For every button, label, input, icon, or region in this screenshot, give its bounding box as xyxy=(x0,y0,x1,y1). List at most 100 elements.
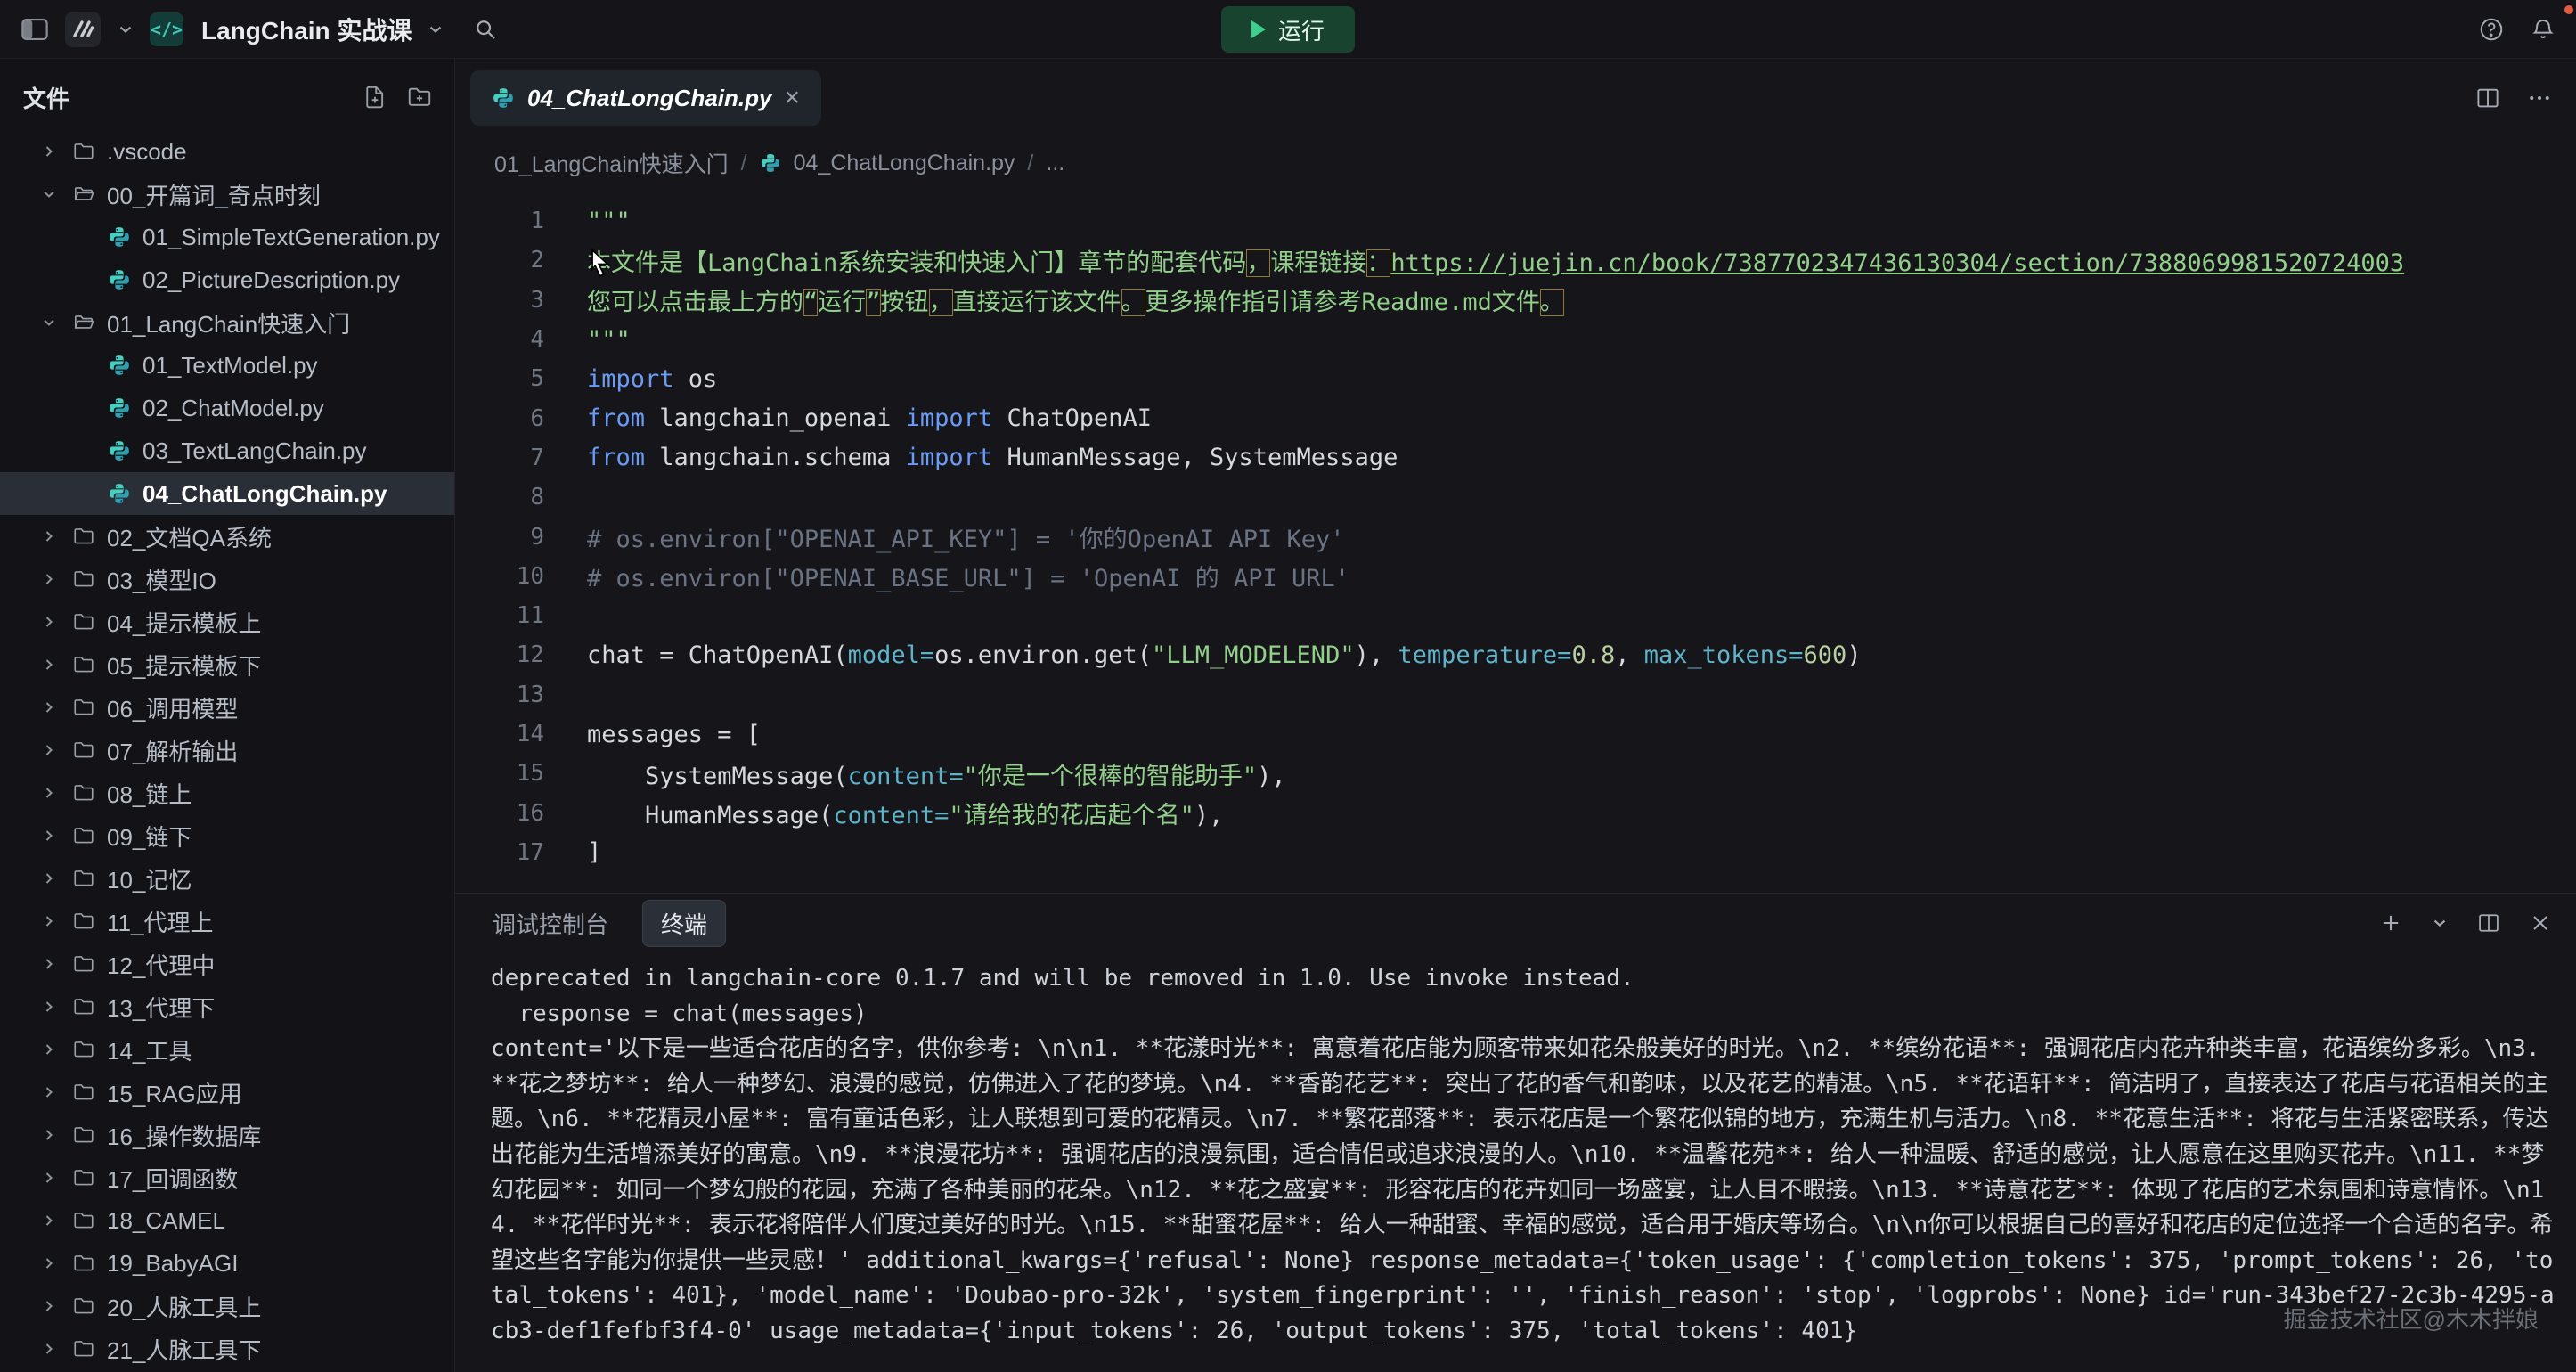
breadcrumb-file[interactable]: 04_ChatLongChain.py xyxy=(794,151,1015,176)
tree-label: 02_ChatModel.py xyxy=(143,395,324,422)
project-badge-icon: </> xyxy=(150,12,183,46)
tree-file-02_ChatModel.py[interactable]: 02_ChatModel.py xyxy=(0,387,454,429)
tree-folder-05_提示模板下[interactable]: 05_提示模板下 xyxy=(0,643,454,686)
tree-folder-15_RAG应用[interactable]: 15_RAG应用 xyxy=(0,1071,454,1114)
code-line[interactable]: 1""" xyxy=(455,201,2576,241)
more-actions-icon[interactable] xyxy=(2526,85,2553,111)
tree-folder-.vscode[interactable]: .vscode xyxy=(0,130,454,173)
code-line[interactable]: 7from langchain.schema import HumanMessa… xyxy=(455,438,2576,478)
project-name[interactable]: LangChain 实战课 xyxy=(201,12,412,47)
code-editor[interactable]: 1"""2本文件是【LangChain系统安装和快速入门】章节的配套代码，课程链… xyxy=(455,189,2576,893)
new-terminal-icon[interactable] xyxy=(2378,911,2403,935)
folder-icon xyxy=(69,867,98,890)
sidebar-title: 文件 xyxy=(23,81,69,114)
code-line[interactable]: 5import os xyxy=(455,359,2576,398)
tree-folder-17_回调函数[interactable]: 17_回调函数 xyxy=(0,1156,454,1199)
code-line[interactable]: 15 SystemMessage(content="你是一个很棒的智能助手"), xyxy=(455,754,2576,793)
terminal-output[interactable]: deprecated in langchain-core 0.1.7 and w… xyxy=(455,952,2576,1372)
code-line[interactable]: 11 xyxy=(455,596,2576,635)
sidebar-header: 文件 xyxy=(0,59,454,123)
breadcrumb-folder[interactable]: 01_LangChain快速入门 xyxy=(494,147,729,179)
code-line[interactable]: 8 xyxy=(455,478,2576,517)
tab-close-icon[interactable]: × xyxy=(784,85,800,111)
chevron-down-icon xyxy=(37,185,61,203)
new-folder-icon[interactable] xyxy=(406,84,433,110)
tree-folder-08_链上[interactable]: 08_链上 xyxy=(0,772,454,814)
tree-folder-00_开篇词_奇点时刻[interactable]: 00_开篇词_奇点时刻 xyxy=(0,173,454,216)
python-file-icon xyxy=(492,86,515,110)
code-line[interactable]: 10# os.environ["OPENAI_BASE_URL"] = 'Ope… xyxy=(455,557,2576,596)
code-text: ] xyxy=(544,838,601,866)
tree-label: 09_链下 xyxy=(107,820,192,853)
tree-folder-19_BabyAGI[interactable]: 19_BabyAGI xyxy=(0,1242,454,1285)
tree-file-03_TextLangChain.py[interactable]: 03_TextLangChain.py xyxy=(0,429,454,472)
tree-file-02_PictureDescription.py[interactable]: 02_PictureDescription.py xyxy=(0,258,454,301)
code-line[interactable]: 4""" xyxy=(455,320,2576,359)
code-line[interactable]: 2本文件是【LangChain系统安装和快速入门】章节的配套代码，课程链接：ht… xyxy=(455,241,2576,280)
python-file-icon xyxy=(105,396,134,420)
tree-folder-18_CAMEL[interactable]: 18_CAMEL xyxy=(0,1199,454,1242)
tree-folder-09_链下[interactable]: 09_链下 xyxy=(0,814,454,857)
python-file-icon xyxy=(105,439,134,462)
sidebar-toggle-icon[interactable] xyxy=(20,16,50,43)
terminal-dropdown-chevron-icon[interactable] xyxy=(2430,913,2450,933)
python-file-icon xyxy=(105,268,134,291)
tree-folder-16_操作数据库[interactable]: 16_操作数据库 xyxy=(0,1114,454,1156)
tree-folder-21_人脉工具下[interactable]: 21_人脉工具下 xyxy=(0,1327,454,1370)
tree-label: 06_调用模型 xyxy=(107,691,238,724)
project-chevron-down-icon[interactable] xyxy=(426,20,445,39)
line-number: 15 xyxy=(455,760,544,787)
code-line[interactable]: 13 xyxy=(455,675,2576,715)
breadcrumb-more[interactable]: ... xyxy=(1046,151,1064,176)
code-line[interactable]: 3您可以点击最上方的“运行”按钮，直接运行该文件。更多操作指引请参考Readme… xyxy=(455,281,2576,320)
tree-folder-14_工具[interactable]: 14_工具 xyxy=(0,1028,454,1071)
new-file-icon[interactable] xyxy=(362,84,388,110)
main-layout: 文件 .vscode00_开篇词_奇点时刻01_SimpleTextGenera… xyxy=(0,59,2576,1372)
python-file-icon xyxy=(105,225,134,249)
tree-folder-03_模型IO[interactable]: 03_模型IO xyxy=(0,558,454,600)
line-number: 16 xyxy=(455,800,544,827)
bell-icon[interactable] xyxy=(2530,16,2556,43)
tree-file-01_TextModel.py[interactable]: 01_TextModel.py xyxy=(0,344,454,387)
tree-folder-06_调用模型[interactable]: 06_调用模型 xyxy=(0,686,454,729)
tab-terminal[interactable]: 终端 xyxy=(642,900,726,947)
help-icon[interactable] xyxy=(2478,16,2505,43)
workspace-chevron-down-icon[interactable] xyxy=(116,20,135,39)
tree-folder-04_提示模板上[interactable]: 04_提示模板上 xyxy=(0,600,454,643)
code-line[interactable]: 17] xyxy=(455,833,2576,872)
run-button[interactable]: 运行 xyxy=(1221,6,1355,53)
tree-file-04_ChatLongChain.py[interactable]: 04_ChatLongChain.py xyxy=(0,472,454,515)
tree-label: 02_文档QA系统 xyxy=(107,520,272,553)
tab-debug-console[interactable]: 调试控制台 xyxy=(493,907,608,940)
folder-icon xyxy=(69,183,98,206)
python-file-icon xyxy=(760,152,781,174)
tree-folder-20_人脉工具上[interactable]: 20_人脉工具上 xyxy=(0,1285,454,1327)
tree-folder-12_代理中[interactable]: 12_代理中 xyxy=(0,943,454,985)
tree-label: 13_代理下 xyxy=(107,991,215,1024)
tree-folder-02_文档QA系统[interactable]: 02_文档QA系统 xyxy=(0,515,454,558)
code-line[interactable]: 16 HumanMessage(content="请给我的花店起个名"), xyxy=(455,793,2576,832)
tree-file-01_SimpleTextGeneration.py[interactable]: 01_SimpleTextGeneration.py xyxy=(0,216,454,258)
folder-icon xyxy=(69,1166,98,1189)
code-line[interactable]: 6from langchain_openai import ChatOpenAI xyxy=(455,398,2576,437)
tree-folder-11_代理上[interactable]: 11_代理上 xyxy=(0,900,454,943)
close-panel-icon[interactable] xyxy=(2528,911,2553,935)
tree-label: 03_TextLangChain.py xyxy=(143,437,367,465)
split-editor-icon[interactable] xyxy=(2474,85,2501,111)
editor-tab-active[interactable]: 04_ChatLongChain.py × xyxy=(470,70,821,126)
code-line[interactable]: 14messages = [ xyxy=(455,715,2576,754)
chevron-right-icon xyxy=(37,1254,61,1272)
tree-label: 11_代理上 xyxy=(107,905,213,938)
tree-folder-07_解析输出[interactable]: 07_解析输出 xyxy=(0,729,454,772)
code-line[interactable]: 12chat = ChatOpenAI(model=os.environ.get… xyxy=(455,635,2576,674)
search-icon[interactable] xyxy=(472,16,499,43)
code-line[interactable]: 9# os.environ["OPENAI_API_KEY"] = '你的Ope… xyxy=(455,517,2576,556)
tree-folder-13_代理下[interactable]: 13_代理下 xyxy=(0,985,454,1028)
code-text: SystemMessage(content="你是一个很棒的智能助手"), xyxy=(544,756,1286,791)
editor-area: 04_ChatLongChain.py × 01_LangChain快速入门 /… xyxy=(455,59,2576,1372)
split-panel-icon[interactable] xyxy=(2476,911,2501,935)
tree-folder-01_LangChain快速入门[interactable]: 01_LangChain快速入门 xyxy=(0,301,454,344)
tree-folder-10_记忆[interactable]: 10_记忆 xyxy=(0,857,454,900)
app-logo[interactable] xyxy=(64,11,102,48)
chevron-right-icon xyxy=(37,870,61,887)
